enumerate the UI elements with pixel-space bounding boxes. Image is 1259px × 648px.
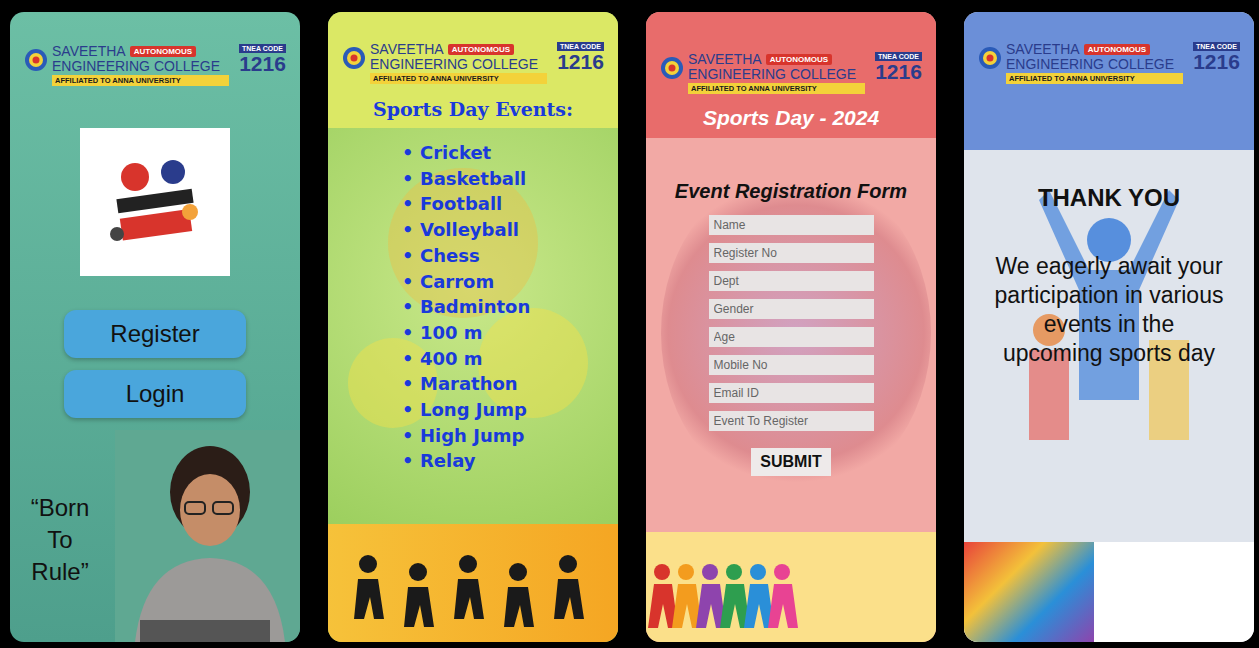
event-item: •Long Jump xyxy=(402,397,618,423)
college-emblem-icon xyxy=(978,46,1002,70)
tnea-code: 1216 xyxy=(557,51,604,73)
form-field[interactable] xyxy=(709,215,874,235)
event-item: •Carrom xyxy=(402,269,618,295)
thank-you-title: THANK YOU xyxy=(1038,184,1180,212)
runners-silhouettes-icon xyxy=(646,542,806,642)
college-name: SAVEETHA xyxy=(370,42,444,57)
national-sport-day-banner xyxy=(964,542,1254,642)
athletes-illustration-icon xyxy=(95,142,215,262)
college-logo: SAVEETHA AUTONOMOUS ENGINEERING COLLEGE … xyxy=(660,52,922,94)
event-item: •100 m xyxy=(402,320,618,346)
tnea-code: 1216 xyxy=(1193,51,1240,73)
sports-day-poster xyxy=(80,128,230,276)
event-item: •Chess xyxy=(402,243,618,269)
affiliation-bar: AFFILIATED TO ANNA UNIVERSITY xyxy=(370,73,547,84)
register-button[interactable]: Register xyxy=(64,310,246,358)
event-item: •Football xyxy=(402,191,618,217)
autonomous-badge: AUTONOMOUS xyxy=(130,46,197,57)
autonomous-badge: AUTONOMOUS xyxy=(1084,44,1151,55)
form-field[interactable] xyxy=(709,411,874,431)
college-subtitle: ENGINEERING COLLEGE xyxy=(1006,57,1183,72)
affiliation-bar: AFFILIATED TO ANNA UNIVERSITY xyxy=(1006,73,1183,84)
athletes-silhouettes-icon xyxy=(328,524,618,642)
form-field[interactable] xyxy=(709,327,874,347)
app-mockups: SAVEETHA AUTONOMOUS ENGINEERING COLLEGE … xyxy=(0,0,1259,648)
college-subtitle: ENGINEERING COLLEGE xyxy=(688,67,865,82)
tnea-code-label: TNEA CODE xyxy=(875,52,922,61)
events-screen: SAVEETHA AUTONOMOUS ENGINEERING COLLEGE … xyxy=(328,12,618,642)
login-button[interactable]: Login xyxy=(64,370,246,418)
registration-screen: SAVEETHA AUTONOMOUS ENGINEERING COLLEGE … xyxy=(646,12,936,642)
tnea-code-label: TNEA CODE xyxy=(1193,42,1240,51)
college-name: SAVEETHA xyxy=(1006,42,1080,57)
college-emblem-icon xyxy=(660,56,684,80)
thank-you-screen: SAVEETHA AUTONOMOUS ENGINEERING COLLEGE … xyxy=(964,12,1254,642)
form-field[interactable] xyxy=(709,355,874,375)
tnea-code: 1216 xyxy=(239,53,286,75)
college-subtitle: ENGINEERING COLLEGE xyxy=(52,59,229,74)
event-item: •Volleyball xyxy=(402,217,618,243)
celebration-banner xyxy=(328,524,618,642)
event-item: •400 m xyxy=(402,346,618,372)
college-logo: SAVEETHA AUTONOMOUS ENGINEERING COLLEGE … xyxy=(342,42,604,84)
events-list: •Cricket•Basketball•Football•Volleyball•… xyxy=(328,140,618,474)
student-photo-icon xyxy=(115,430,300,642)
tnea-code: 1216 xyxy=(875,61,922,83)
form-field[interactable] xyxy=(709,383,874,403)
tnea-code-label: TNEA CODE xyxy=(557,42,604,51)
college-emblem-icon xyxy=(24,48,48,72)
submit-button[interactable]: SUBMIT xyxy=(751,448,830,476)
autonomous-badge: AUTONOMOUS xyxy=(448,44,515,55)
college-logo: SAVEETHA AUTONOMOUS ENGINEERING COLLEGE … xyxy=(24,44,286,86)
college-subtitle: ENGINEERING COLLEGE xyxy=(370,57,547,72)
college-emblem-icon xyxy=(342,46,366,70)
form-field[interactable] xyxy=(709,299,874,319)
event-item: •High Jump xyxy=(402,423,618,449)
student-photo xyxy=(115,430,300,642)
college-name: SAVEETHA xyxy=(688,52,762,67)
quote: “BornToRule” xyxy=(10,492,110,588)
form-field[interactable] xyxy=(709,271,874,291)
thank-you-message: We eagerly await your participation in v… xyxy=(991,252,1227,368)
autonomous-badge: AUTONOMOUS xyxy=(766,54,833,65)
affiliation-bar: AFFILIATED TO ANNA UNIVERSITY xyxy=(688,83,865,94)
event-item: •Relay xyxy=(402,448,618,474)
events-panel: •Cricket•Basketball•Football•Volleyball•… xyxy=(328,128,618,524)
affiliation-bar: AFFILIATED TO ANNA UNIVERSITY xyxy=(52,75,229,86)
events-title: Sports Day Events: xyxy=(328,98,618,128)
college-logo: SAVEETHA AUTONOMOUS ENGINEERING COLLEGE … xyxy=(978,42,1240,84)
screen-title: Sports Day - 2024 xyxy=(646,106,936,130)
event-item: •Cricket xyxy=(402,140,618,166)
tnea-code-label: TNEA CODE xyxy=(239,44,286,53)
event-item: •Marathon xyxy=(402,371,618,397)
event-item: •Basketball xyxy=(402,166,618,192)
home-screen: SAVEETHA AUTONOMOUS ENGINEERING COLLEGE … xyxy=(10,12,300,642)
form-title: Event Registration Form xyxy=(675,180,907,203)
college-name: SAVEETHA xyxy=(52,44,126,59)
form-field[interactable] xyxy=(709,243,874,263)
sports-day-banner xyxy=(646,532,936,642)
event-item: •Badminton xyxy=(402,294,618,320)
